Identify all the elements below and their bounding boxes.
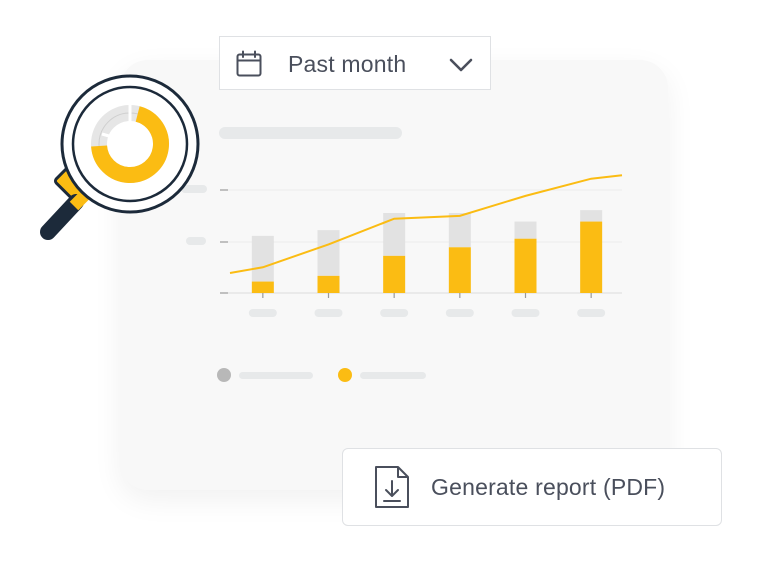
- bar-segment-yellow: [383, 255, 406, 293]
- x-tick-label-placeholder: [380, 309, 409, 317]
- bar-segment-gray: [580, 210, 603, 222]
- magnifier-icon: [40, 74, 200, 240]
- bar-segment-gray: [251, 235, 274, 282]
- bars-group: [251, 210, 603, 293]
- generate-report-label: Generate report (PDF): [431, 474, 666, 500]
- date-range-selected-value: Past month: [288, 51, 407, 77]
- generate-report-button[interactable]: Generate report (PDF): [342, 448, 722, 526]
- bar-segment-gray: [514, 221, 537, 239]
- chevron-down-icon[interactable]: [448, 54, 474, 76]
- bar-segment-yellow: [580, 221, 603, 293]
- chart-title-placeholder: [219, 127, 402, 139]
- legend-label-placeholder: [239, 372, 313, 379]
- x-tick-label-placeholder: [314, 309, 343, 317]
- date-range-dropdown[interactable]: Past month: [219, 36, 491, 90]
- bar-segment-yellow: [317, 275, 340, 293]
- x-ticks-group: [248, 293, 606, 317]
- pdf-download-icon: [375, 466, 409, 508]
- x-tick-label-placeholder: [248, 309, 277, 317]
- legend-marker-yellow: [338, 368, 352, 382]
- bar-segment-yellow: [448, 247, 471, 293]
- x-tick-label-placeholder: [445, 309, 474, 317]
- x-tick-label-placeholder: [511, 309, 540, 317]
- legend-label-placeholder: [360, 372, 426, 379]
- legend-marker-gray: [217, 368, 231, 382]
- bar-segment-gray: [448, 213, 471, 248]
- x-tick-label-placeholder: [577, 309, 606, 317]
- bar-segment-yellow: [251, 281, 274, 293]
- bar-segment-yellow: [514, 238, 537, 293]
- calendar-icon: [236, 50, 262, 77]
- grid-lines: [220, 189, 622, 294]
- bar-segment-gray: [317, 230, 340, 276]
